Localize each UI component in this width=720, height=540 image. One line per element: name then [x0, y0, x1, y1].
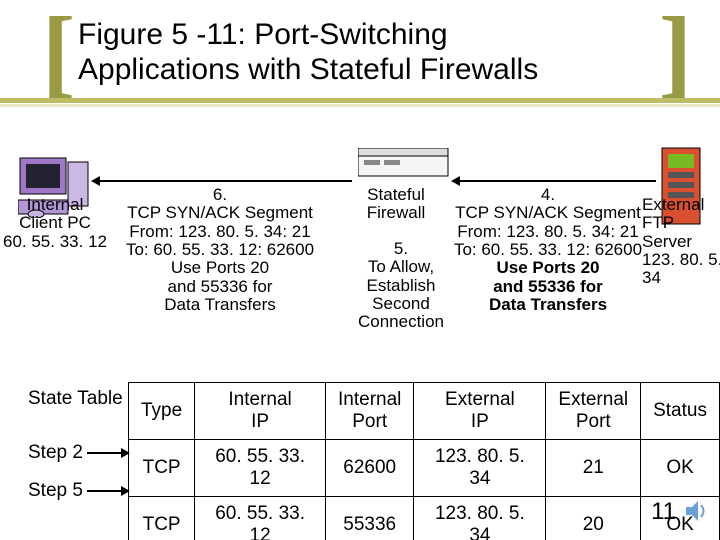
divider — [0, 98, 720, 103]
r0-eip: 123. 80. 5. 34 — [414, 440, 546, 497]
h-type: Type — [129, 383, 195, 440]
h-iip: Internal IP — [195, 383, 326, 440]
h-eip: External IP — [414, 383, 546, 440]
pc-l2: Client PC — [19, 213, 91, 232]
r0-iport: 62600 — [326, 440, 414, 497]
diagram: Internal Client PC 60. 55. 33. 12 Statef… — [0, 150, 720, 370]
step5: Step 5 — [28, 480, 83, 501]
fw-l1: Stateful — [367, 185, 425, 204]
h-status: Status — [641, 383, 720, 440]
page-number: 11 — [651, 498, 676, 526]
pc-label: Internal Client PC 60. 55. 33. 12 — [0, 196, 110, 251]
m6l6: Data Transfers — [164, 295, 276, 314]
m6l5: and 55336 for — [168, 277, 273, 296]
arrow-6 — [94, 180, 352, 182]
table-header-row: Type Internal IP Internal Port External … — [129, 383, 720, 440]
m5l3: Second — [372, 294, 430, 313]
bracket-left-icon: [ — [42, 12, 75, 92]
r0-status: OK — [641, 440, 720, 497]
fw-l2: Firewall — [367, 203, 426, 222]
firewall-svg — [358, 148, 450, 180]
m4l4: Use Ports 20 — [497, 258, 600, 277]
bracket-right-icon: ] — [659, 12, 692, 92]
r1-eport: 20 — [546, 497, 641, 540]
table-row: TCP 60. 55. 33. 12 62600 123. 80. 5. 34 … — [129, 440, 720, 497]
m5l4: Connection — [358, 312, 444, 331]
m5l1: To Allow, — [368, 257, 434, 276]
m5n: 5. — [394, 239, 408, 258]
state-table: Type Internal IP Internal Port External … — [128, 382, 720, 540]
pc-l1: Internal — [27, 195, 84, 214]
slide-title: Figure 5 -11: Port-SwitchingApplications… — [78, 18, 660, 87]
r1-type: TCP — [129, 497, 195, 540]
msg-6: 6. TCP SYN/ACK Segment From: 123. 80. 5.… — [110, 186, 330, 315]
fw-label: Stateful Firewall — [356, 186, 436, 223]
r1-eip: 123. 80. 5. 34 — [414, 497, 546, 540]
m4l1: TCP SYN/ACK Segment — [455, 203, 641, 222]
msg-4: 4. TCP SYN/ACK Segment From: 123. 80. 5.… — [438, 186, 658, 315]
m6n: 6. — [213, 185, 227, 204]
arrow-icon — [87, 490, 127, 492]
r0-iip: 60. 55. 33. 12 — [195, 440, 326, 497]
m4l6: Data Transfers — [489, 295, 607, 314]
m6l3: To: 60. 55. 33. 12: 62600 — [126, 240, 314, 259]
arrow-icon — [87, 452, 127, 454]
m4n: 4. — [541, 185, 555, 204]
r1-iip: 60. 55. 33. 12 — [195, 497, 326, 540]
title-line2: Applications with Stateful Firewalls — [78, 53, 538, 86]
m6l2: From: 123. 80. 5. 34: 21 — [129, 222, 310, 241]
h-eport: External Port — [546, 383, 641, 440]
firewall-icon — [358, 148, 450, 185]
h-iport: Internal Port — [326, 383, 414, 440]
step2: Step 2 — [28, 442, 83, 463]
divider — [0, 104, 720, 107]
r0-type: TCP — [129, 440, 195, 497]
m4l2: From: 123. 80. 5. 34: 21 — [457, 222, 638, 241]
step-2-label: Step 2 — [28, 442, 131, 464]
m5l2: Establish — [367, 276, 436, 295]
state-table-label: State Table — [28, 388, 123, 410]
m6l4: Use Ports 20 — [171, 258, 269, 277]
pc-l3: 60. 55. 33. 12 — [3, 232, 107, 251]
m4l5: and 55336 for — [493, 277, 603, 296]
step-5-label: Step 5 — [28, 480, 131, 502]
m6l1: TCP SYN/ACK Segment — [127, 203, 313, 222]
r0-eport: 21 — [546, 440, 641, 497]
arrow-4 — [454, 180, 656, 182]
title-line1: Figure 5 -11: Port-Switching — [78, 18, 448, 51]
m4l3: To: 60. 55. 33. 12: 62600 — [454, 240, 642, 259]
speaker-icon — [686, 501, 710, 526]
r1-iport: 55336 — [326, 497, 414, 540]
table-row: TCP 60. 55. 33. 12 55336 123. 80. 5. 34 … — [129, 497, 720, 540]
